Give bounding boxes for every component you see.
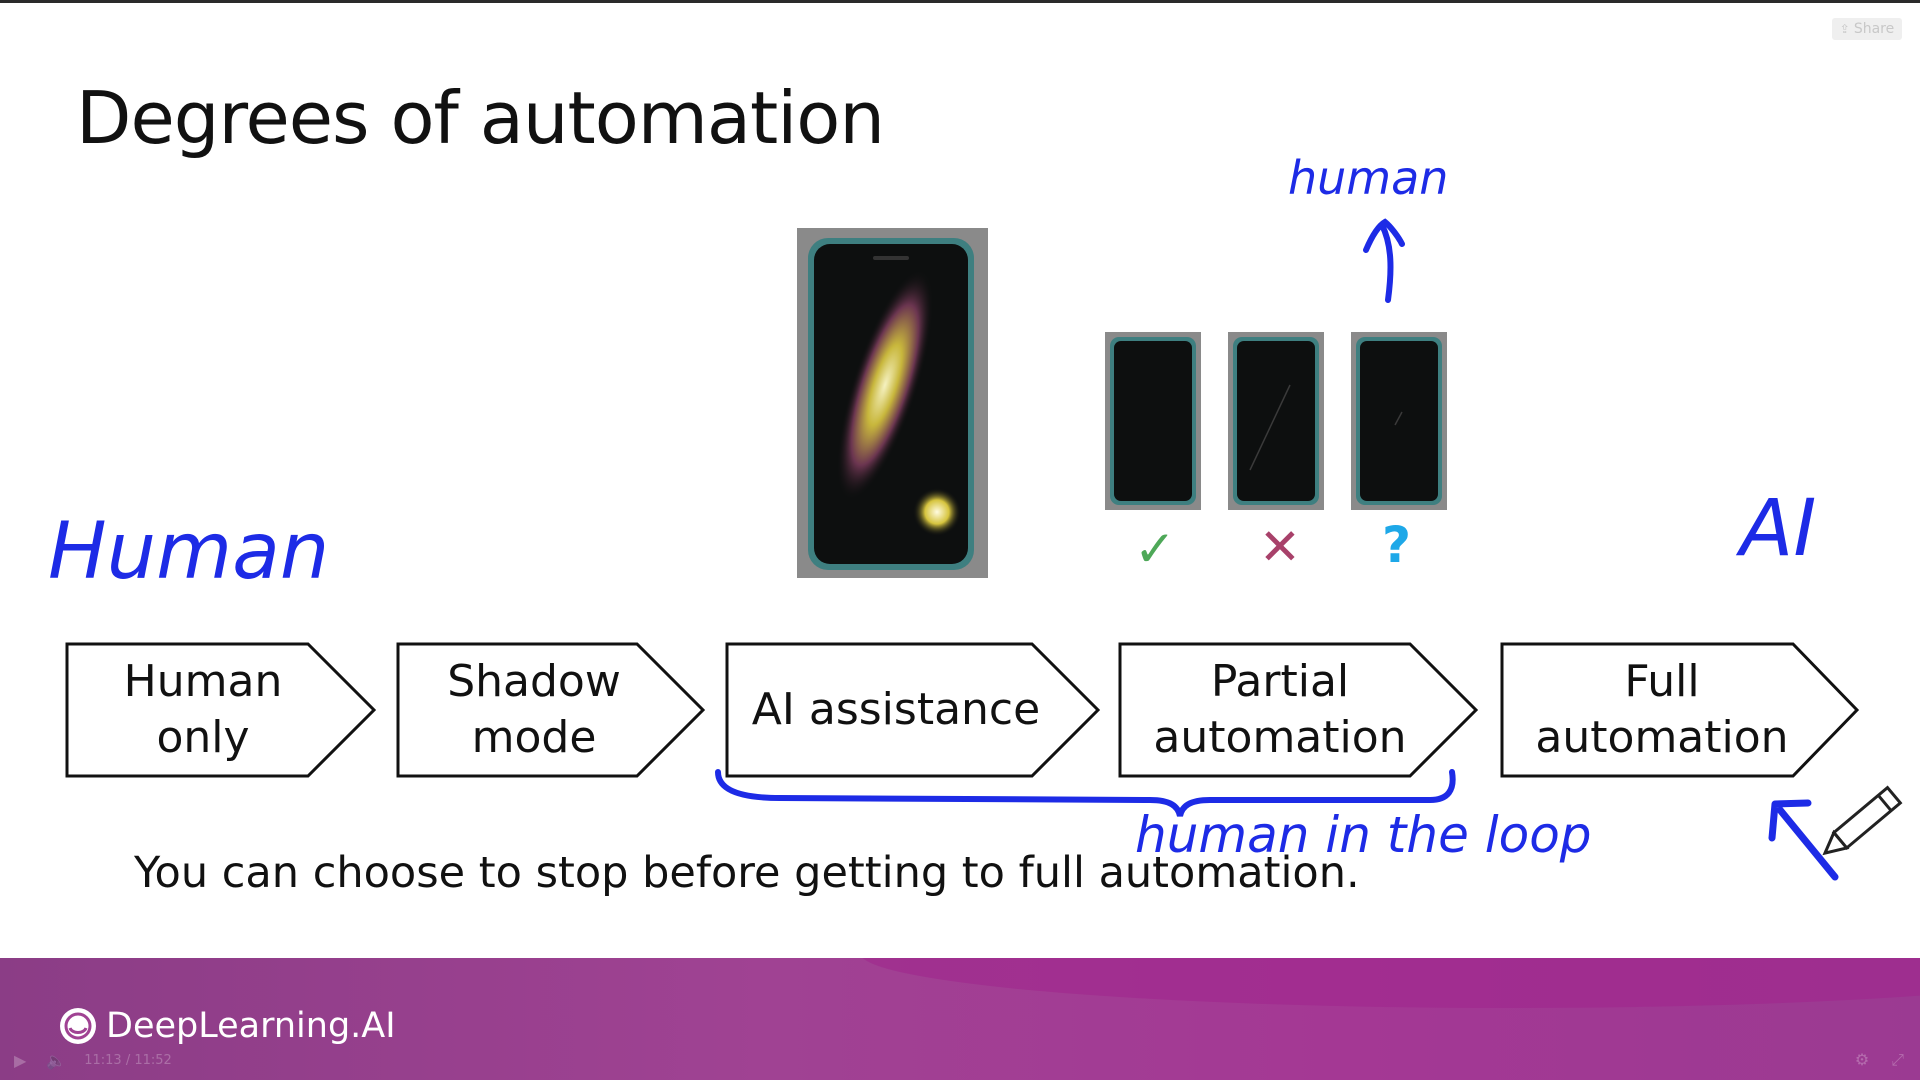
stage-shadow-mode: Shadow mode [398,642,670,777]
question-icon: ? [1382,516,1412,574]
stage-line1: Partial [1210,655,1350,707]
stage-line2: only [156,711,250,763]
play-icon[interactable]: ▶ [14,1051,26,1070]
stage-line1: Human [123,655,283,707]
loop-brace [715,769,1456,817]
annotation-ai: AI [1735,484,1816,574]
stage-line2: automation [1153,711,1407,763]
stage-line2: mode [471,711,597,763]
share-icon: ⇪ [1839,22,1850,36]
annotation-human-left: Human [48,507,329,597]
stage-line1: Full [1624,655,1700,707]
small-phone-image-1 [1105,332,1201,510]
large-phone-image [797,228,988,578]
settings-icon[interactable]: ⚙ [1855,1050,1869,1070]
stage-human-only: Human only [67,642,339,777]
stage-arrows [65,642,1860,778]
pencil-icon [1822,785,1903,856]
stage-ai-assistance: AI assistance [727,642,1065,777]
phone-images [797,228,1447,578]
up-arrow-stroke [1363,218,1405,303]
stage-partial-automation: Partial automation [1120,642,1440,777]
slide-title: Degrees of automation [76,76,885,160]
share-label: Share [1853,21,1895,37]
stage-line1: AI assistance [751,683,1041,735]
check-icon: ✓ [1134,520,1176,578]
video-player-controls: ▶ 🔈 11:13 / 11:52 ⚙ ⤢ [0,1040,1920,1080]
fullscreen-icon[interactable]: ⤢ [1891,1050,1904,1070]
footer-wave [860,958,1920,1008]
top-border [0,0,1920,3]
handwritten-annotations: Human AI human human in the loop [48,151,1903,881]
stage-line1: Shadow [447,655,621,707]
slide-caption: You can choose to stop before getting to… [134,848,1360,898]
stage-line2: automation [1535,711,1789,763]
cross-icon: ✕ [1259,518,1301,576]
volume-icon[interactable]: 🔈 [46,1051,66,1070]
stage-full-automation: Full automation [1502,642,1822,777]
small-phone-image-3 [1351,332,1447,510]
annotation-human-top: human [1288,151,1448,205]
small-phone-image-2 [1228,332,1324,510]
share-button[interactable]: ⇪ Share [1832,18,1902,40]
diagonal-arrow-stroke [1768,799,1839,881]
player-time: 11:13 / 11:52 [84,1052,172,1068]
